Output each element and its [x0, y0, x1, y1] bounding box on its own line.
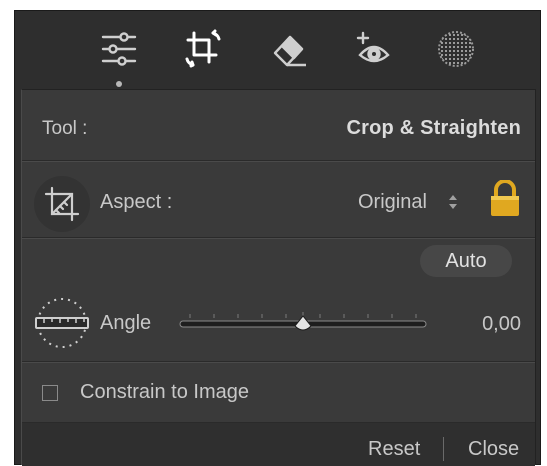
tool-value: Crop & Straighten	[346, 117, 521, 139]
updown-chevron-icon[interactable]	[447, 190, 459, 214]
tool-label: Tool :	[42, 118, 88, 139]
tool-strip	[15, 11, 540, 89]
constrain-checkbox[interactable]	[42, 385, 58, 401]
reset-button[interactable]: Reset	[368, 438, 420, 461]
mask-icon[interactable]	[434, 27, 478, 71]
crop-icon[interactable]	[181, 27, 225, 71]
aspect-select[interactable]: Original	[358, 191, 427, 214]
crop-angle-icon	[44, 186, 80, 222]
slider-thumb	[294, 315, 312, 331]
auto-button[interactable]: Auto	[420, 245, 512, 277]
level-icon[interactable]	[32, 293, 92, 353]
aspect-label: Aspect :	[100, 191, 173, 213]
crop-straighten-panel: Tool : Crop & Straighten Aspect : Origin…	[21, 89, 536, 466]
divider	[22, 238, 535, 239]
eraser-icon[interactable]	[268, 27, 312, 71]
divider	[22, 161, 535, 162]
divider	[22, 362, 535, 363]
sliders-icon[interactable]	[97, 27, 141, 71]
constrain-label[interactable]: Constrain to Image	[80, 381, 249, 404]
lock-icon[interactable]	[488, 180, 522, 218]
footer-divider	[443, 437, 444, 461]
divider	[22, 422, 535, 423]
angle-value[interactable]: 0,00	[482, 313, 521, 336]
panel-footer	[22, 423, 535, 466]
angle-label: Angle	[100, 312, 152, 334]
crop-panel-frame: Tool : Crop & Straighten Aspect : Origin…	[14, 10, 541, 466]
angle-slider[interactable]	[178, 310, 428, 340]
close-button[interactable]: Close	[468, 438, 519, 461]
active-tool-indicator	[116, 81, 122, 87]
redeye-icon[interactable]	[352, 27, 396, 71]
aspect-tool-button[interactable]	[34, 176, 90, 232]
